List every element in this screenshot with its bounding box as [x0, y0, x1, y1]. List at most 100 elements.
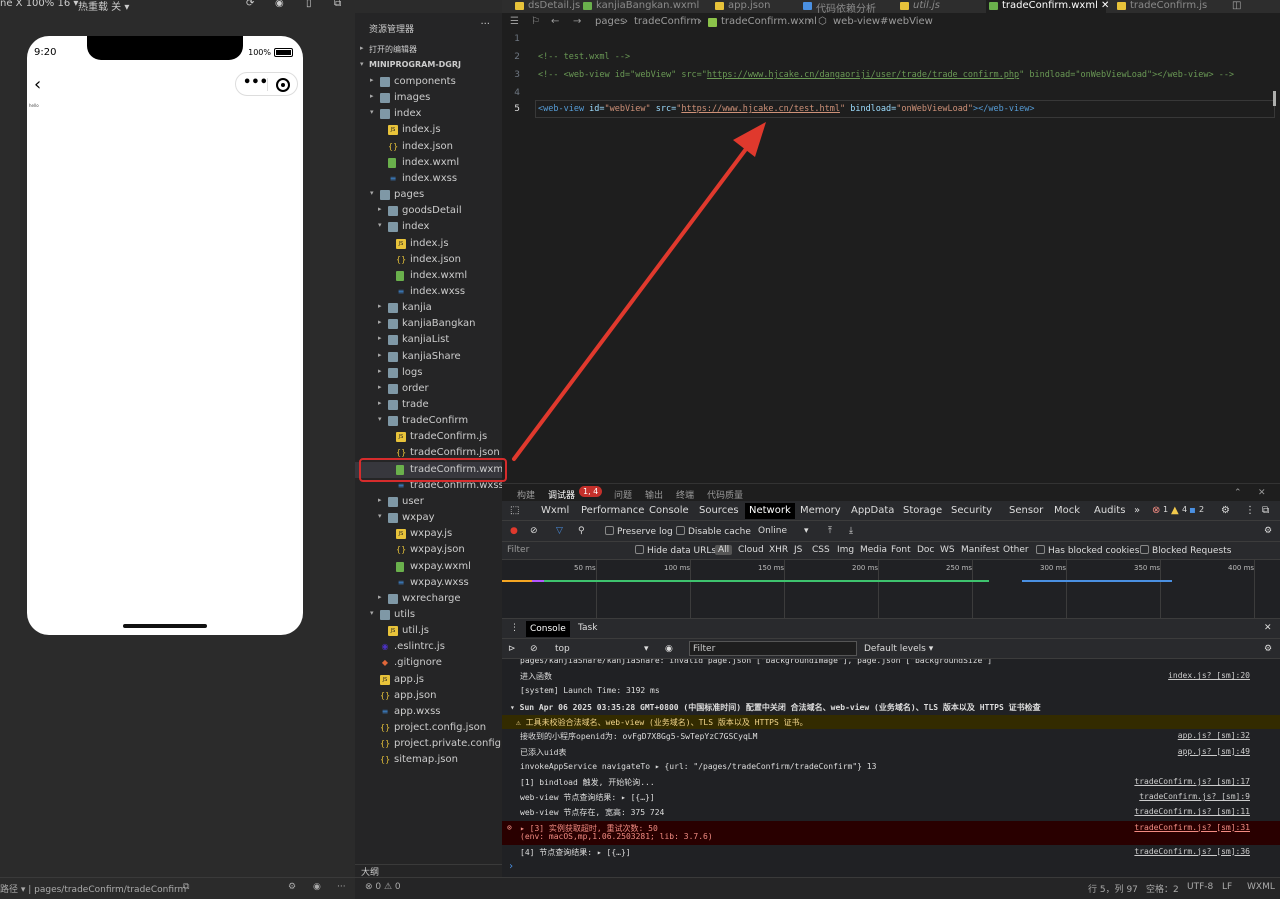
console-message[interactable]: 已添入uid表 app.js? [sm]:49: [502, 745, 1280, 760]
close-icon[interactable]: ✕: [1258, 488, 1266, 498]
close-circle-icon[interactable]: [276, 78, 290, 92]
code-editor[interactable]: 1 2 3 4 5 <!-- test.wxml --> <!-- <web-v…: [502, 31, 1280, 483]
tree-folder[interactable]: ▾ utils: [355, 607, 502, 623]
filter-type-other[interactable]: Other: [1003, 545, 1029, 555]
blocked-requests-checkbox[interactable]: Blocked Requests: [1140, 545, 1231, 556]
console-message[interactable]: web-view 节点查询结果: ▸ [{…}] tradeConfirm.js?…: [502, 790, 1280, 805]
tree-folder[interactable]: ▾ index: [355, 219, 502, 235]
log-levels-select[interactable]: Default levels ▾: [864, 644, 933, 654]
console-settings-icon[interactable]: ⚙: [1264, 644, 1272, 654]
tab-console-drawer[interactable]: Console: [526, 621, 570, 637]
bookmark-icon[interactable]: ⚐: [531, 16, 540, 27]
disable-cache-checkbox[interactable]: Disable cache: [676, 526, 751, 537]
console-output[interactable]: pages/kanjiaShare/kanjiaShare: invalid p…: [502, 659, 1280, 877]
outline-section[interactable]: 大纲: [355, 864, 502, 878]
tree-file[interactable]: ≡ index.wxss: [355, 171, 502, 187]
close-drawer-icon[interactable]: ✕: [1264, 623, 1272, 633]
tab-problems[interactable]: 问题: [614, 488, 632, 501]
tree-folder[interactable]: ▸ kanjiaList: [355, 332, 502, 348]
more-icon[interactable]: ···: [337, 882, 346, 892]
tree-folder[interactable]: ▾ tradeConfirm: [355, 413, 502, 429]
breadcrumb-pages[interactable]: pages: [595, 16, 625, 27]
hide-data-urls-checkbox[interactable]: Hide data URLs: [635, 545, 716, 556]
error-count[interactable]: 1: [1163, 505, 1168, 514]
tab-performance[interactable]: Performance: [581, 505, 644, 516]
tab-sources[interactable]: Sources: [699, 505, 739, 516]
bug-icon[interactable]: ⚙: [288, 882, 296, 892]
network-timeline[interactable]: 50 ms 100 ms 150 ms 200 ms 250 ms 300 ms…: [502, 560, 1280, 619]
inspect-icon[interactable]: ⬚: [510, 505, 519, 516]
editor-tab[interactable]: tradeConfirm.wxml ✕: [986, 0, 1109, 13]
page-path[interactable]: 路径 ▾ | pages/tradeConfirm/tradeConfirm: [0, 882, 186, 895]
filter-type-doc[interactable]: Doc: [917, 545, 934, 555]
tab-security[interactable]: Security: [951, 505, 992, 516]
tree-folder[interactable]: ▸ wxrecharge: [355, 591, 502, 607]
more-vertical-icon[interactable]: ⋮: [1245, 505, 1255, 516]
tree-file[interactable]: ◉ .eslintrc.js: [355, 639, 502, 655]
editor-tab[interactable]: util.js: [897, 0, 967, 13]
tree-file[interactable]: JS index.js: [355, 122, 502, 138]
dock-icon[interactable]: ⧉: [1262, 505, 1269, 516]
filter-type-css[interactable]: CSS: [812, 545, 830, 555]
filter-type-cloud[interactable]: Cloud: [738, 545, 764, 555]
project-root[interactable]: ▾ MINIPROGRAM-DGRJ: [355, 58, 502, 74]
collapse-icon[interactable]: ⌃: [1234, 488, 1242, 498]
filter-type-all[interactable]: All: [715, 545, 733, 555]
tab-output[interactable]: 输出: [645, 488, 663, 501]
console-source-link[interactable]: tradeConfirm.js? [sm]:11: [1134, 807, 1250, 816]
tab-sensor[interactable]: Sensor: [1009, 505, 1043, 516]
editor-tab[interactable]: 代码依赖分析: [800, 0, 890, 15]
console-message[interactable]: ⚠ 工具未校验合法域名、web-view (业务域名)、TLS 版本以及 HTT…: [502, 714, 1280, 730]
console-message[interactable]: [1] bindload 触发, 开始轮询... tradeConfirm.js?…: [502, 775, 1280, 790]
more-tabs-icon[interactable]: »: [1134, 505, 1140, 516]
editor-tab[interactable]: dsDetail.js: [512, 0, 580, 13]
code-line-2[interactable]: <!-- test.wxml -->: [538, 52, 630, 62]
tab-storage[interactable]: Storage: [903, 505, 942, 516]
code-line-3[interactable]: <!-- <web-view id="webView" src="https:/…: [538, 70, 1234, 80]
editor-tab[interactable]: app.json: [712, 0, 792, 13]
filter-type-js[interactable]: JS: [794, 545, 802, 555]
cursor-position[interactable]: 行 5，列 97: [1088, 882, 1138, 895]
tree-file[interactable]: JS app.js: [355, 672, 502, 688]
tree-folder[interactable]: ▸ order: [355, 381, 502, 397]
tree-file[interactable]: wxpay.wxml: [355, 559, 502, 575]
console-source-link[interactable]: tradeConfirm.js? [sm]:36: [1134, 847, 1250, 856]
hot-reload-toggle[interactable]: 热重载 关 ▾: [78, 0, 129, 13]
tree-file[interactable]: {} project.private.config...: [355, 736, 511, 752]
filter-type-media[interactable]: Media: [860, 545, 887, 555]
split-editor-icon[interactable]: ☰: [510, 16, 519, 27]
tree-file[interactable]: {} app.json: [355, 688, 502, 704]
console-message[interactable]: ▾ Sun Apr 06 2025 03:35:28 GMT+0800 (中国标…: [502, 700, 1280, 715]
tab-network[interactable]: Network: [745, 503, 795, 519]
record-icon[interactable]: ◉: [275, 0, 284, 9]
menu-capsule[interactable]: •••: [235, 72, 298, 96]
clear-icon[interactable]: ⊘: [530, 526, 538, 536]
tree-file[interactable]: {} index.json: [355, 139, 502, 155]
tree-folder[interactable]: ▾ wxpay: [355, 510, 502, 526]
tree-folder[interactable]: ▸ user: [355, 494, 502, 510]
tree-file[interactable]: index.wxml: [355, 268, 502, 284]
console-message[interactable]: invokeAppService navigateTo ▸ {url: "/pa…: [502, 760, 1280, 775]
tree-folder[interactable]: ▸ components: [355, 74, 502, 90]
tree-file[interactable]: ◆ .gitignore: [355, 655, 502, 671]
console-message[interactable]: [4] 节点查询结果: ▸ [{…}] tradeConfirm.js? [sm]…: [502, 845, 1280, 860]
tree-file[interactable]: ≡ app.wxss: [355, 704, 502, 720]
tree-file[interactable]: JS index.js: [355, 236, 502, 252]
upload-icon[interactable]: ⤒: [828, 526, 832, 536]
console-message[interactable]: 进入函数 index.js? [sm]:20: [502, 669, 1280, 684]
problems-count[interactable]: ⊗ 0 ⚠ 0: [365, 882, 401, 892]
filter-type-font[interactable]: Font: [891, 545, 911, 555]
filter-type-img[interactable]: Img: [837, 545, 854, 555]
tab-debugger[interactable]: 调试器: [548, 488, 575, 501]
indent-setting[interactable]: 空格：2: [1146, 882, 1179, 895]
console-source-link[interactable]: tradeConfirm.js? [sm]:17: [1134, 777, 1250, 786]
open-editors-section[interactable]: ▸ 打开的编辑器: [355, 42, 502, 58]
breadcrumb-folder[interactable]: tradeConfirm: [634, 16, 700, 27]
warning-count[interactable]: 4: [1182, 505, 1187, 514]
download-icon[interactable]: ⤓: [849, 526, 853, 536]
tree-file[interactable]: JS util.js: [355, 623, 502, 639]
tree-folder[interactable]: ▸ kanjiaShare: [355, 349, 502, 365]
tree-file[interactable]: {} sitemap.json: [355, 752, 502, 768]
more-dots-icon[interactable]: •••: [243, 75, 268, 90]
eol[interactable]: LF: [1222, 882, 1232, 892]
